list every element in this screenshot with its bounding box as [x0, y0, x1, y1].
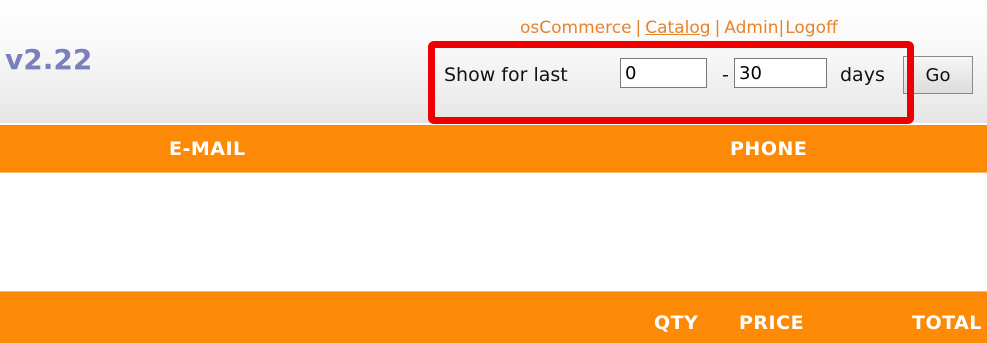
admin-link[interactable]: Admin — [724, 18, 778, 38]
admin-header: v2.22 osCommerce | Catalog | Admin|Logoff Sh… — [0, 0, 987, 124]
go-button[interactable]: Go — [903, 56, 973, 94]
show-for-last-label: Show for last — [444, 64, 568, 86]
range-dash: - — [722, 64, 729, 86]
products-table-header: QTY PRICE TOTAL — [0, 291, 987, 343]
column-header-qty: QTY — [654, 312, 699, 334]
top-nav-links: osCommerce | Catalog | Admin|Logoff — [520, 16, 987, 40]
days-to-input[interactable] — [734, 58, 827, 88]
days-label: days — [840, 64, 885, 86]
oscommerce-link[interactable]: osCommerce — [520, 18, 632, 38]
date-range-form: Show for last - days Go — [444, 56, 987, 94]
catalog-link[interactable]: Catalog — [645, 18, 710, 38]
logoff-link[interactable]: Logoff — [785, 18, 837, 38]
column-header-price: PRICE — [739, 312, 805, 334]
version-label: v2.22 — [5, 43, 93, 76]
link-separator: | — [714, 18, 721, 38]
link-separator: | — [635, 18, 642, 38]
column-header-email: E-MAIL — [169, 138, 246, 160]
orders-table-header: E-MAIL PHONE — [0, 125, 987, 173]
column-header-phone: PHONE — [730, 138, 808, 160]
column-header-total: TOTAL — [912, 312, 982, 334]
days-from-input[interactable] — [620, 58, 707, 88]
